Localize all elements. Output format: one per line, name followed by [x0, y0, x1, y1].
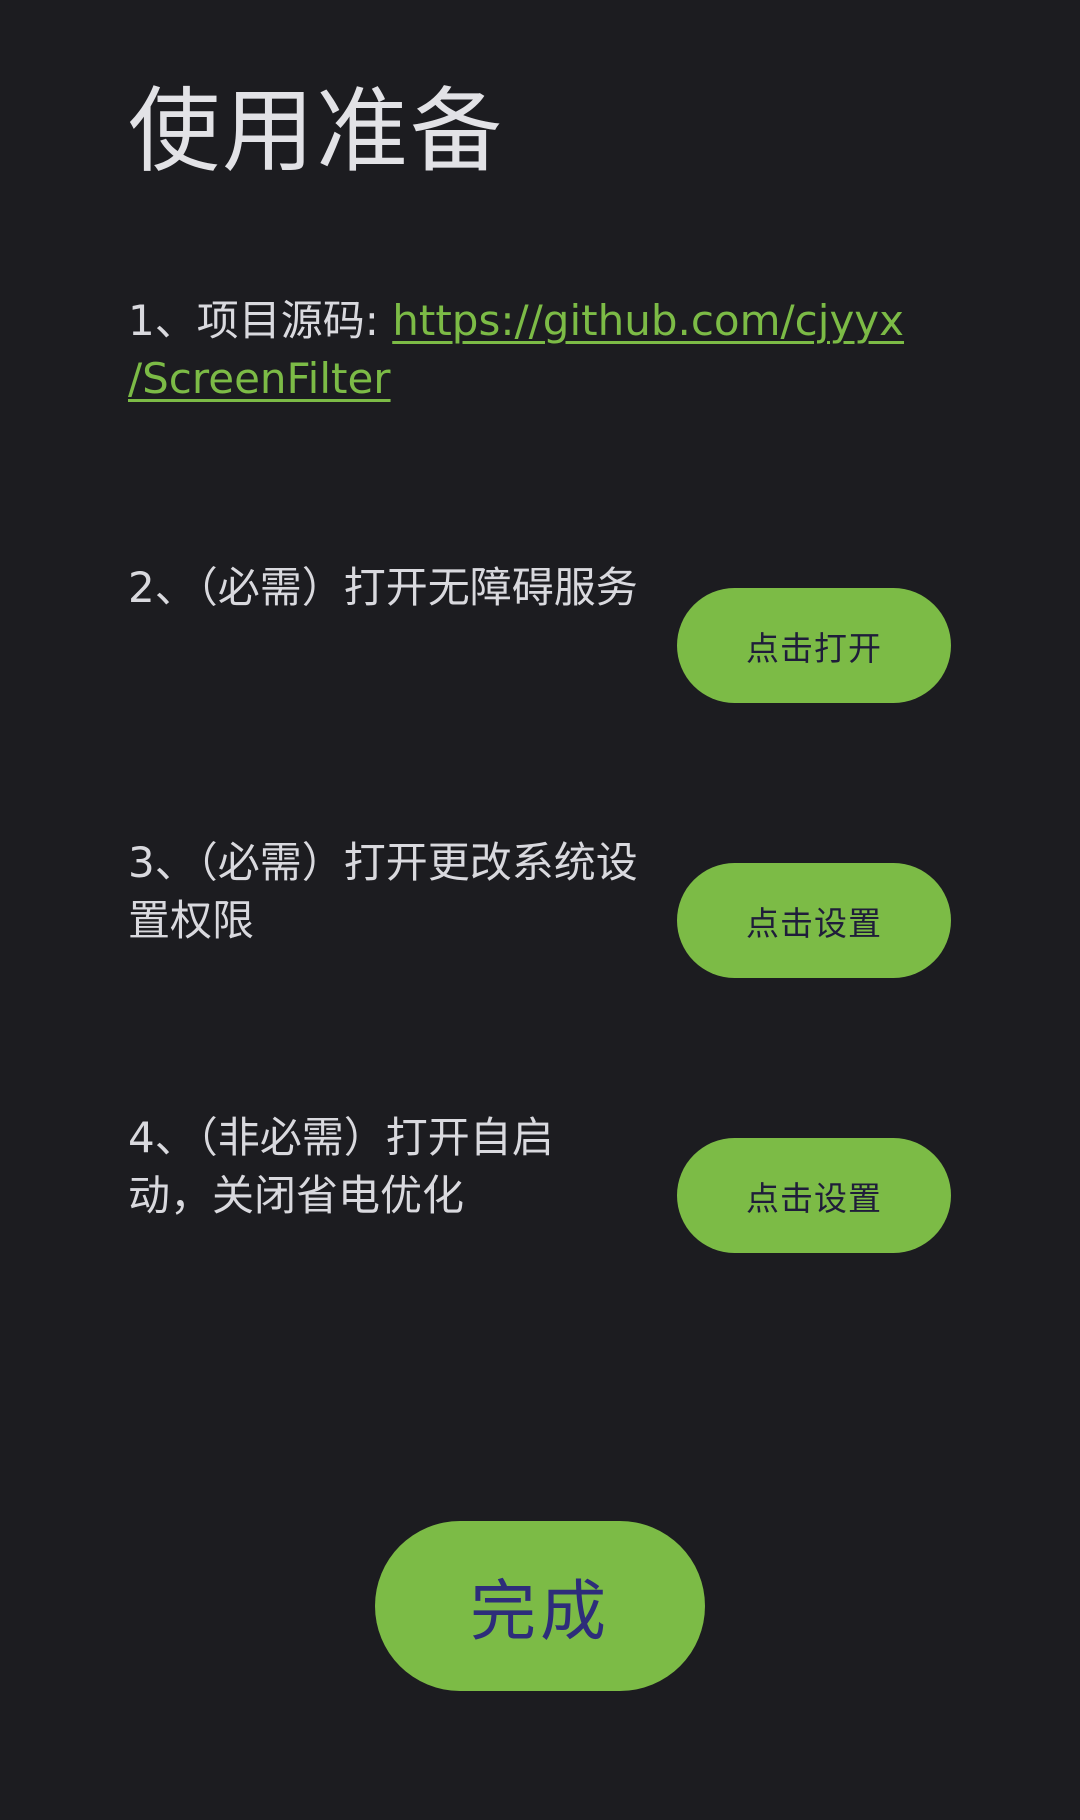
page-title: 使用准备	[128, 78, 505, 185]
system-settings-button[interactable]: 点击设置	[677, 863, 951, 978]
autostart-settings-button[interactable]: 点击设置	[677, 1138, 951, 1253]
step-2-accessibility-label: 2、（必需）打开无障碍服务	[128, 563, 638, 612]
done-button[interactable]: 完成	[375, 1521, 705, 1691]
open-accessibility-button[interactable]: 点击打开	[677, 588, 951, 703]
step-1-source-code: 1、项目源码: https://github.com/cjyyx/ScreenF…	[128, 292, 1008, 408]
step-3-system-settings-label: 3、（必需）打开更改系统设置权限	[128, 838, 638, 945]
step-4-autostart-label: 4、（非必需）打开自启动，关闭省电优化	[128, 1113, 554, 1220]
step-1-label: 1、项目源码:	[128, 296, 393, 345]
